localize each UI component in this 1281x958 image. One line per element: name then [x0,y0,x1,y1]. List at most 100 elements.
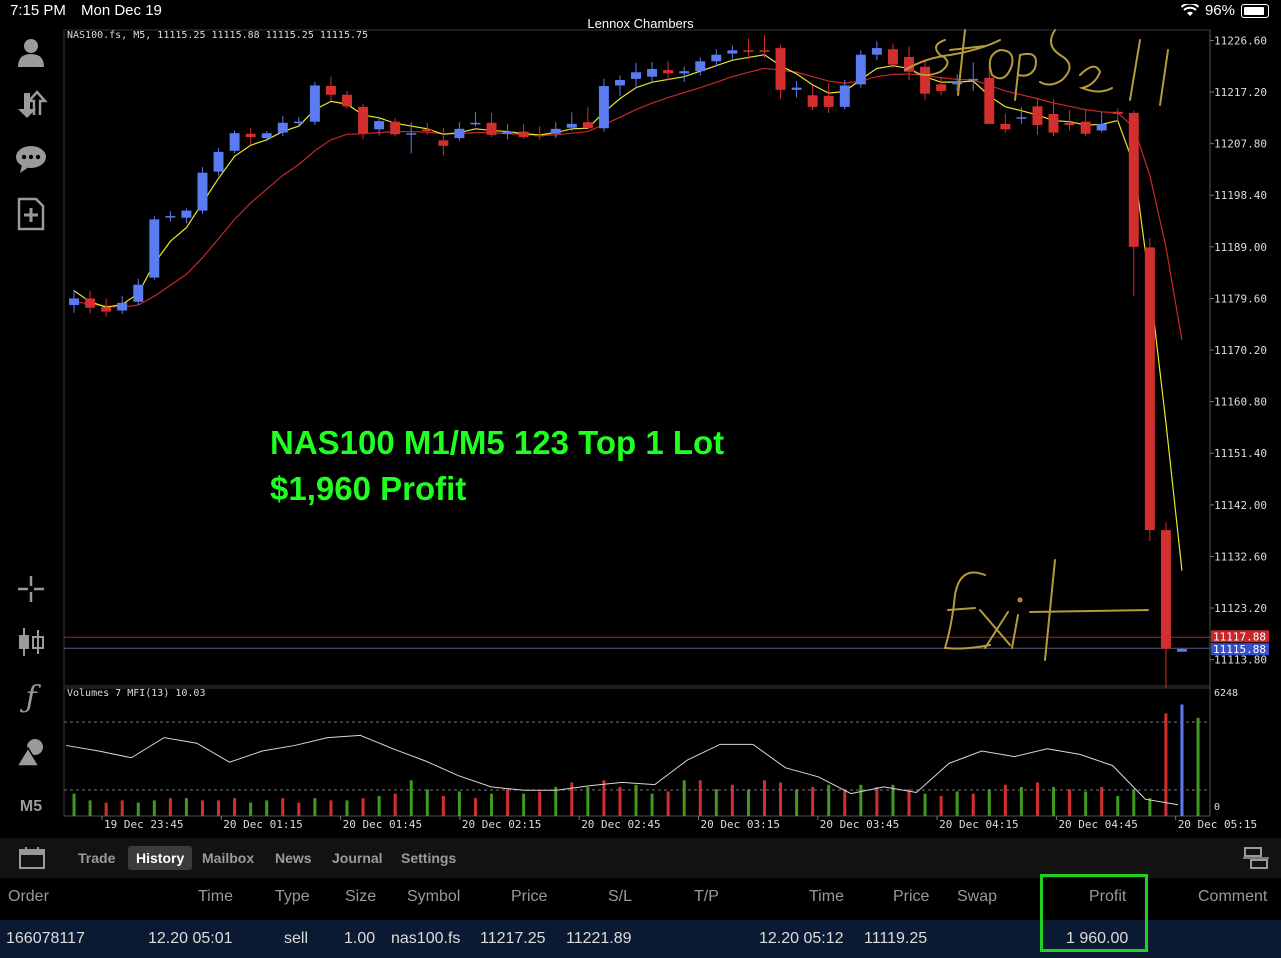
row-symbol: nas100.fs [391,930,461,947]
col-symbol[interactable]: Symbol [407,888,460,906]
col-comment[interactable]: Comment [1198,888,1267,906]
price-tick-label: 11132.60 [1214,550,1267,563]
candle-body [197,172,208,211]
overlay-profit: $1,960 Profit [270,470,467,507]
volume-bar [971,793,975,816]
tab-history[interactable]: History [128,846,193,870]
row-price: 11217.25 [480,930,546,947]
candle-body [309,85,320,122]
volume-bar [843,789,847,816]
volume-bar [746,789,750,816]
volume-bar [923,793,927,816]
time-tick-label: 19 Dec 23:45 [104,818,183,831]
candle-body [1016,117,1027,119]
tab-settings[interactable]: Settings [393,846,464,870]
volume-bar [634,784,638,816]
volume-bar [249,802,253,816]
candle-body [663,70,674,74]
volume-bar [554,787,558,816]
candle-body [631,72,642,79]
volume-bar [1052,787,1056,816]
col-close-price[interactable]: Price [893,888,929,906]
volume-bar [136,802,140,816]
candle-body [213,151,224,172]
time-tick-label: 20 Dec 04:15 [939,818,1018,831]
price-tag-blue-text: 11115.88 [1213,643,1266,656]
candle-body [117,302,128,311]
price-chart[interactable]: 11226.60 11217.20 11207.80 11198.40 11189.00… [0,0,1281,838]
candle-body [550,128,561,134]
candle-body [920,66,931,94]
volume-bar [425,789,429,816]
candle-body [1128,112,1139,247]
volume-bar [1196,717,1200,816]
col-size[interactable]: Size [345,888,376,906]
time-tick-label: 20 Dec 02:15 [462,818,541,831]
candle-body [1144,247,1155,531]
candle-body [855,54,866,85]
candle-body [743,50,754,52]
row-close-price: 11119.25 [864,930,928,947]
candle-body [261,133,272,139]
candle-body [293,121,304,124]
candle-body [936,84,947,91]
tab-mailbox[interactable]: Mailbox [194,846,262,870]
volume-bar [168,798,172,816]
candle-body [582,122,593,129]
tab-trade[interactable]: Trade [70,846,123,870]
volume-bar [265,800,269,816]
layout-toggle-icon[interactable] [1243,846,1269,870]
volume-bar [345,800,349,816]
row-size: 1.00 [344,930,376,947]
candle-body [566,123,577,128]
volume-bar [184,798,188,816]
volume-bar [1148,798,1152,816]
col-time[interactable]: Time [198,888,233,906]
col-swap[interactable]: Swap [957,888,997,906]
candle-body [470,122,481,125]
candle-body [1112,111,1123,114]
candle-body [679,71,690,74]
volume-bar [393,793,397,816]
candle-body [968,78,979,81]
time-tick-label: 20 Dec 02:45 [581,818,660,831]
candle-body [839,85,850,107]
col-sl[interactable]: S/L [608,888,632,906]
volume-bar [200,800,204,816]
candle-body [69,298,80,306]
volume-bar [795,789,799,816]
tab-journal[interactable]: Journal [324,846,391,870]
volume-bar [217,800,221,816]
candle-body [229,133,240,151]
col-close-time[interactable]: Time [809,888,844,906]
price-tick-label: 11179.60 [1214,292,1267,305]
volume-bar [120,800,124,816]
candle-body [871,48,882,55]
candle-body [502,131,513,134]
candle-body [695,61,706,72]
price-tag-red-text: 11117.88 [1213,630,1266,643]
col-order[interactable]: Order [8,888,49,906]
candle-body [438,140,449,146]
price-tick-label: 11123.20 [1214,602,1267,615]
col-type[interactable]: Type [275,888,310,906]
col-price[interactable]: Price [511,888,547,906]
price-tick-label: 11151.40 [1214,447,1267,460]
volume-bar [281,798,285,816]
tab-news[interactable]: News [267,846,320,870]
volume-bar [714,789,718,816]
volume-bar [666,791,670,816]
row-type: sell [284,930,309,947]
volume-bar [1035,782,1039,816]
volume-bar [473,798,477,816]
volume-bar [1132,789,1136,816]
candle-body [775,48,786,90]
volume-bar [1100,787,1104,816]
candle-body [952,81,963,85]
calendar-icon[interactable] [18,846,46,870]
volume-bar [891,784,895,816]
candle-body [647,68,658,77]
candle-body [342,94,352,107]
volume-bar [297,802,301,816]
col-tp[interactable]: T/P [694,888,719,906]
